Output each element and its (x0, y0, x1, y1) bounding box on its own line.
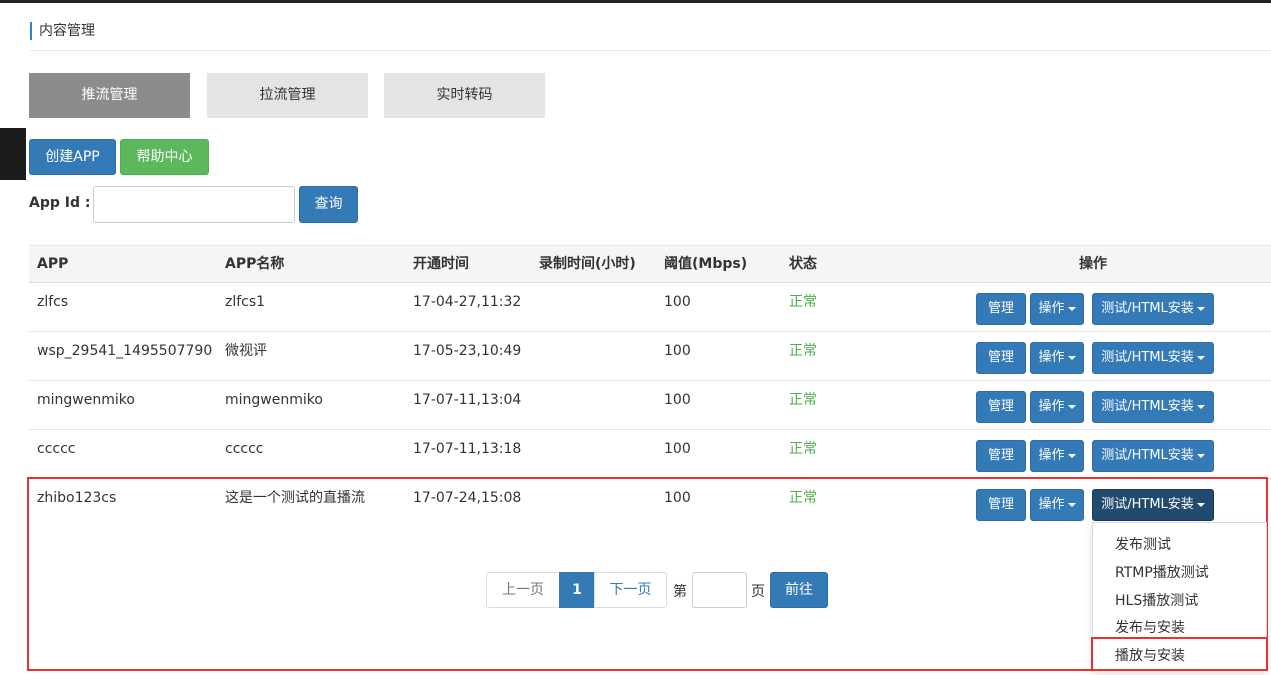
cell-app-name: 微视评 (225, 343, 267, 359)
tab-push-management[interactable]: 推流管理 (29, 73, 190, 118)
tab-realtime-transcode[interactable]: 实时转码 (384, 73, 545, 118)
caret-down-icon (1067, 306, 1076, 311)
page-suffix-label: 页 (751, 584, 765, 600)
page-prefix-label: 第 (673, 584, 687, 600)
caret-down-icon (1067, 355, 1076, 360)
status-badge: 正常 (789, 490, 817, 506)
test-html-install-label: 测试/HTML安装 (1101, 301, 1194, 316)
cell-app: mingwenmiko (37, 392, 135, 408)
cell-open-time: 17-05-23,10:49 (413, 343, 522, 359)
operate-label: 操作 (1038, 350, 1065, 365)
operate-dropdown-button[interactable]: 操作 (1030, 342, 1084, 374)
menu-item-play-install[interactable]: 播放与安装 (1115, 645, 1185, 665)
cell-app: wsp_29541_1495507790 (37, 343, 213, 359)
status-badge: 正常 (789, 294, 817, 310)
header-app: APP (37, 256, 69, 272)
header-threshold: 阈值(Mbps) (664, 256, 748, 272)
pagination-page-1[interactable]: 1 (559, 572, 595, 608)
cell-threshold: 100 (664, 490, 691, 506)
help-center-button[interactable]: 帮助中心 (120, 139, 209, 175)
test-dropdown-menu: 发布测试 RTMP播放测试 HLS播放测试 发布与安装 播放与安装 (1092, 522, 1267, 671)
go-to-page-button[interactable]: 前往 (770, 572, 828, 608)
page-title: 内容管理 (30, 22, 95, 40)
test-html-install-button[interactable]: 测试/HTML安装 (1092, 391, 1214, 423)
operate-dropdown-button[interactable]: 操作 (1030, 440, 1084, 472)
table-row: mingwenmiko mingwenmiko 17-07-11,13:04 1… (29, 381, 1271, 430)
caret-down-icon (1196, 404, 1205, 409)
cell-app: zlfcs (37, 294, 69, 310)
test-html-install-label: 测试/HTML安装 (1101, 350, 1194, 365)
cell-open-time: 17-07-11,13:18 (413, 441, 522, 457)
caret-down-icon (1196, 355, 1205, 360)
cell-app-name: ccccc (225, 441, 264, 457)
header-status: 状态 (789, 256, 817, 272)
operate-dropdown-button[interactable]: 操作 (1030, 489, 1084, 521)
test-html-install-button[interactable]: 测试/HTML安装 (1092, 293, 1214, 325)
status-badge: 正常 (789, 343, 817, 359)
header-record-time: 录制时间(小时) (539, 256, 636, 272)
title-divider (30, 50, 1271, 51)
cell-open-time: 17-07-24,15:08 (413, 490, 522, 506)
manage-button[interactable]: 管理 (976, 342, 1026, 374)
pagination-prev[interactable]: 上一页 (486, 572, 560, 608)
test-html-install-label: 测试/HTML安装 (1101, 448, 1194, 463)
tab-pull-management[interactable]: 拉流管理 (207, 73, 368, 118)
cell-open-time: 17-04-27,11:32 (413, 294, 522, 310)
operate-dropdown-button[interactable]: 操作 (1030, 293, 1084, 325)
test-html-install-label: 测试/HTML安装 (1101, 497, 1194, 512)
menu-item-publish-test[interactable]: 发布测试 (1115, 534, 1171, 554)
cell-app: zhibo123cs (37, 490, 117, 506)
test-html-install-button[interactable]: 测试/HTML安装 (1092, 440, 1214, 472)
app-id-label: App Id : (29, 195, 91, 211)
caret-down-icon (1196, 453, 1205, 458)
caret-down-icon (1067, 404, 1076, 409)
manage-button[interactable]: 管理 (976, 489, 1026, 521)
operate-label: 操作 (1038, 497, 1065, 512)
manage-button[interactable]: 管理 (976, 293, 1026, 325)
status-badge: 正常 (789, 392, 817, 408)
operate-label: 操作 (1038, 301, 1065, 316)
test-html-install-button[interactable]: 测试/HTML安装 (1092, 342, 1214, 374)
caret-down-icon (1067, 453, 1076, 458)
table-row: zlfcs zlfcs1 17-04-27,11:32 100 正常 管理 操作… (29, 283, 1271, 332)
header-open-time: 开通时间 (413, 256, 469, 272)
manage-button[interactable]: 管理 (976, 440, 1026, 472)
test-html-install-label: 测试/HTML安装 (1101, 399, 1194, 414)
cell-threshold: 100 (664, 294, 691, 310)
header-app-name: APP名称 (225, 256, 285, 272)
left-edge-bar (0, 128, 26, 180)
menu-item-rtmp-play-test[interactable]: RTMP播放测试 (1115, 562, 1209, 582)
table-header: APP APP名称 开通时间 录制时间(小时) 阈值(Mbps) 状态 操作 (29, 245, 1271, 283)
caret-down-icon (1067, 502, 1076, 507)
cell-app-name: mingwenmiko (225, 392, 323, 408)
query-button[interactable]: 查询 (299, 186, 358, 223)
table-row: ccccc ccccc 17-07-11,13:18 100 正常 管理 操作 … (29, 430, 1271, 479)
pagination-next[interactable]: 下一页 (594, 572, 667, 608)
operate-dropdown-button[interactable]: 操作 (1030, 391, 1084, 423)
cell-app-name: zlfcs1 (225, 294, 266, 310)
menu-item-hls-play-test[interactable]: HLS播放测试 (1115, 590, 1198, 610)
test-html-install-button-open[interactable]: 测试/HTML安装 (1092, 489, 1214, 521)
operate-label: 操作 (1038, 448, 1065, 463)
table-row: wsp_29541_1495507790 微视评 17-05-23,10:49 … (29, 332, 1271, 381)
cell-threshold: 100 (664, 392, 691, 408)
page-number-input[interactable] (692, 572, 747, 608)
manage-button[interactable]: 管理 (976, 391, 1026, 423)
app-id-input[interactable] (93, 186, 295, 223)
top-border (0, 0, 1271, 3)
operate-label: 操作 (1038, 399, 1065, 414)
menu-item-publish-install[interactable]: 发布与安装 (1115, 617, 1185, 637)
caret-down-icon (1196, 306, 1205, 311)
cell-app-name: 这是一个测试的直播流 (225, 490, 365, 506)
cell-open-time: 17-07-11,13:04 (413, 392, 522, 408)
cell-threshold: 100 (664, 441, 691, 457)
cell-threshold: 100 (664, 343, 691, 359)
create-app-button[interactable]: 创建APP (29, 139, 116, 175)
cell-app: ccccc (37, 441, 76, 457)
table-row: zhibo123cs 这是一个测试的直播流 17-07-24,15:08 100… (29, 479, 1271, 528)
header-operations: 操作 (1079, 256, 1107, 272)
status-badge: 正常 (789, 441, 817, 457)
caret-down-icon (1196, 502, 1205, 507)
